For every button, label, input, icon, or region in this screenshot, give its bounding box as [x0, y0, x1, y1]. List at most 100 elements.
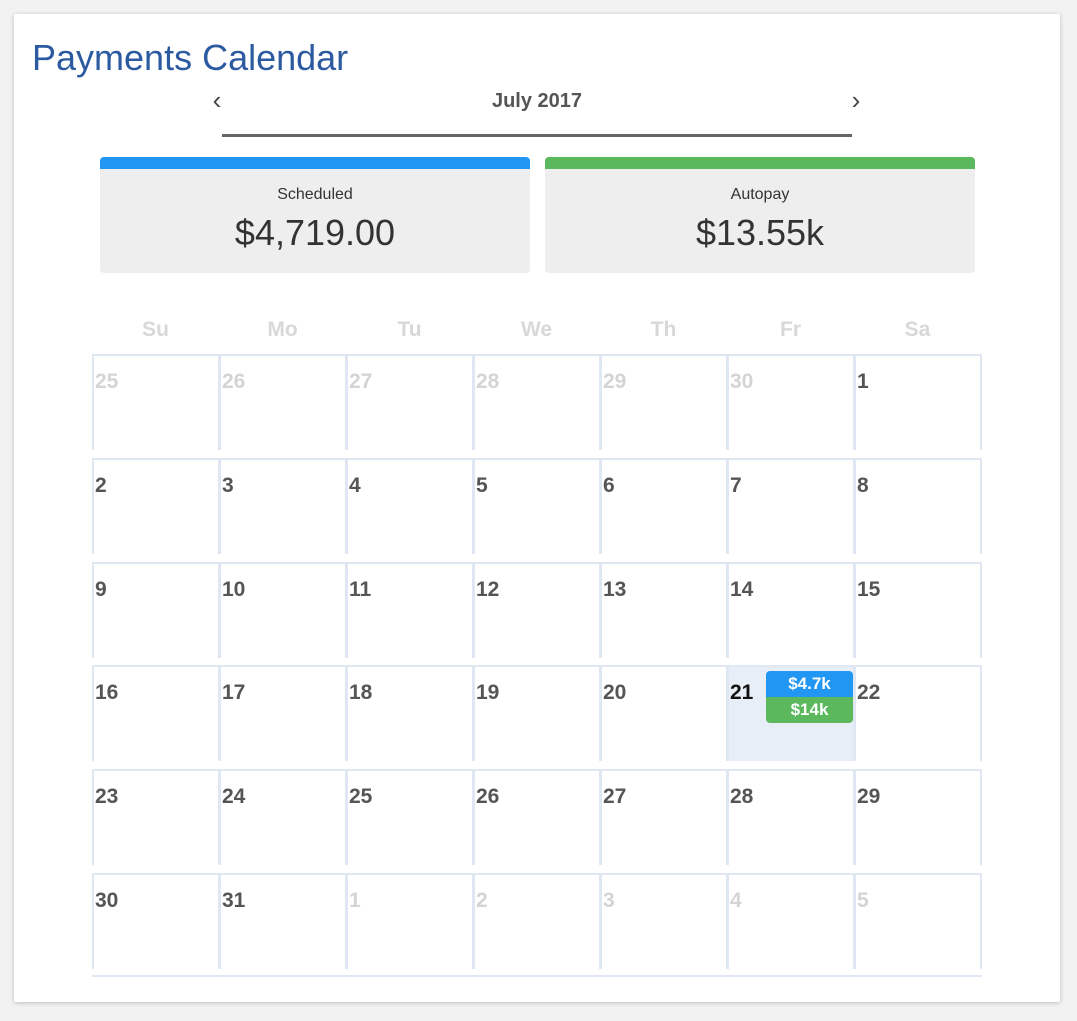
- day-number: 3: [222, 473, 234, 497]
- month-underline: [222, 134, 852, 137]
- autopay-amount: $13.55k: [695, 212, 825, 253]
- calendar-day-cell[interactable]: 26: [219, 354, 347, 450]
- calendar-day-cell[interactable]: 15: [854, 561, 982, 658]
- day-number: 20: [603, 681, 627, 705]
- page-title: Payments Calendar: [32, 37, 349, 78]
- calendar-day-cell[interactable]: 4: [727, 873, 855, 969]
- autopay-payment-badge[interactable]: $14k: [766, 697, 853, 723]
- calendar-day-cell[interactable]: 23: [92, 769, 220, 866]
- calendar-day-cell[interactable]: 19: [473, 665, 601, 762]
- day-number: 21: [730, 681, 754, 705]
- calendar-day-cell[interactable]: 24: [219, 769, 347, 866]
- weekday-header: Sa: [904, 318, 931, 341]
- calendar-day-cell[interactable]: 28: [473, 354, 601, 450]
- day-number: 28: [730, 785, 754, 809]
- calendar-day-cell[interactable]: 27: [600, 769, 728, 866]
- calendar-day-cell[interactable]: 8: [854, 457, 982, 554]
- calendar-day-cell[interactable]: 11: [346, 561, 474, 658]
- weekday-header: Fr: [780, 318, 801, 341]
- calendar-day-cell[interactable]: 22: [854, 665, 982, 762]
- calendar-day-cell[interactable]: 20: [600, 665, 728, 762]
- day-number: 15: [857, 577, 881, 601]
- day-number: 4: [730, 889, 742, 912]
- weekday-header: We: [520, 318, 553, 341]
- day-number: 3: [603, 889, 615, 912]
- calendar-day-cell[interactable]: 28: [727, 769, 855, 866]
- day-number: 24: [222, 785, 246, 809]
- weekday-header: Th: [650, 318, 677, 341]
- calendar-day-cell[interactable]: 13: [600, 561, 728, 658]
- calendar-day-cell[interactable]: 4: [346, 457, 474, 554]
- day-number: 19: [476, 681, 500, 705]
- autopay-color-bar: [545, 157, 975, 169]
- calendar-day-cell[interactable]: 3: [219, 457, 347, 554]
- day-number: 6: [603, 473, 615, 497]
- calendar-day-cell[interactable]: 2: [473, 873, 601, 969]
- calendar-day-cell[interactable]: 30: [92, 873, 220, 969]
- day-number: 27: [349, 370, 373, 393]
- day-number: 31: [222, 889, 246, 912]
- calendar-day-cell[interactable]: 9: [92, 561, 220, 658]
- day-number: 12: [476, 577, 500, 601]
- calendar-day-cell[interactable]: 5: [473, 457, 601, 554]
- day-number: 14: [730, 577, 754, 601]
- day-number: 29: [857, 785, 881, 809]
- day-number: 28: [476, 370, 500, 393]
- chevron-right-icon[interactable]: ›: [844, 87, 868, 113]
- day-number: 23: [95, 785, 119, 809]
- calendar-day-cell[interactable]: 12: [473, 561, 601, 658]
- month-label: July 2017: [491, 90, 583, 112]
- scheduled-summary-card: Scheduled $4,719.00: [100, 157, 530, 273]
- calendar-day-cell[interactable]: 2: [92, 457, 220, 554]
- day-number: 1: [349, 889, 361, 912]
- day-number: 30: [730, 370, 754, 393]
- day-number: 16: [95, 681, 119, 705]
- calendar-day-cell[interactable]: 30: [727, 354, 855, 450]
- calendar-day-cell[interactable]: 1: [346, 873, 474, 969]
- calendar-day-cell[interactable]: 25: [92, 354, 220, 450]
- calendar-day-cell[interactable]: 6: [600, 457, 728, 554]
- calendar-day-cell[interactable]: 3: [600, 873, 728, 969]
- calendar-grid-bottom-border: [92, 975, 982, 977]
- day-number: 4: [349, 473, 361, 497]
- scheduled-amount: $4,719.00: [234, 212, 396, 253]
- day-number: 9: [95, 577, 107, 601]
- calendar-day-cell[interactable]: 31: [219, 873, 347, 969]
- calendar-day-cell[interactable]: 26: [473, 769, 601, 866]
- calendar-day-cell[interactable]: 1: [854, 354, 982, 450]
- calendar-day-cell[interactable]: 16: [92, 665, 220, 762]
- day-number: 2: [95, 473, 107, 497]
- day-number: 13: [603, 577, 627, 601]
- calendar-day-cell[interactable]: 25: [346, 769, 474, 866]
- day-number: 18: [349, 681, 373, 705]
- day-number: 22: [857, 681, 881, 705]
- calendar-day-cell[interactable]: 5: [854, 873, 982, 969]
- day-number: 5: [476, 473, 488, 497]
- scheduled-payment-badge[interactable]: $4.7k: [766, 671, 853, 697]
- weekday-header: Tu: [397, 318, 422, 341]
- weekday-header: Mo: [267, 318, 298, 341]
- calendar-day-cell[interactable]: 29: [600, 354, 728, 450]
- calendar-day-cell[interactable]: 14: [727, 561, 855, 658]
- day-number: 26: [222, 370, 246, 393]
- day-number: 27: [603, 785, 627, 809]
- scheduled-label: Scheduled: [277, 186, 353, 203]
- day-number: 10: [222, 577, 246, 601]
- day-number: 30: [95, 889, 119, 912]
- calendar-day-cell[interactable]: 29: [854, 769, 982, 866]
- autopay-label: Autopay: [730, 186, 790, 203]
- day-number: 29: [603, 370, 627, 393]
- calendar-day-cell[interactable]: 27: [346, 354, 474, 450]
- weekday-header: Su: [142, 318, 169, 341]
- calendar-day-cell[interactable]: 18: [346, 665, 474, 762]
- calendar-grid: 25 26 27 28 29 30 1 2 3 4 5 6 7 8 9 10 11 12 13 14 15 16 17 18 1…: [92, 354, 982, 977]
- scheduled-color-bar: [100, 157, 530, 169]
- day-number: 17: [222, 681, 246, 705]
- day-number: 25: [349, 785, 373, 809]
- calendar-day-cell[interactable]: 10: [219, 561, 347, 658]
- day-number: 2: [476, 889, 488, 912]
- day-number: 11: [349, 577, 372, 601]
- calendar-day-cell[interactable]: 7: [727, 457, 855, 554]
- day-number: 5: [857, 889, 869, 912]
- calendar-day-cell[interactable]: 17: [219, 665, 347, 762]
